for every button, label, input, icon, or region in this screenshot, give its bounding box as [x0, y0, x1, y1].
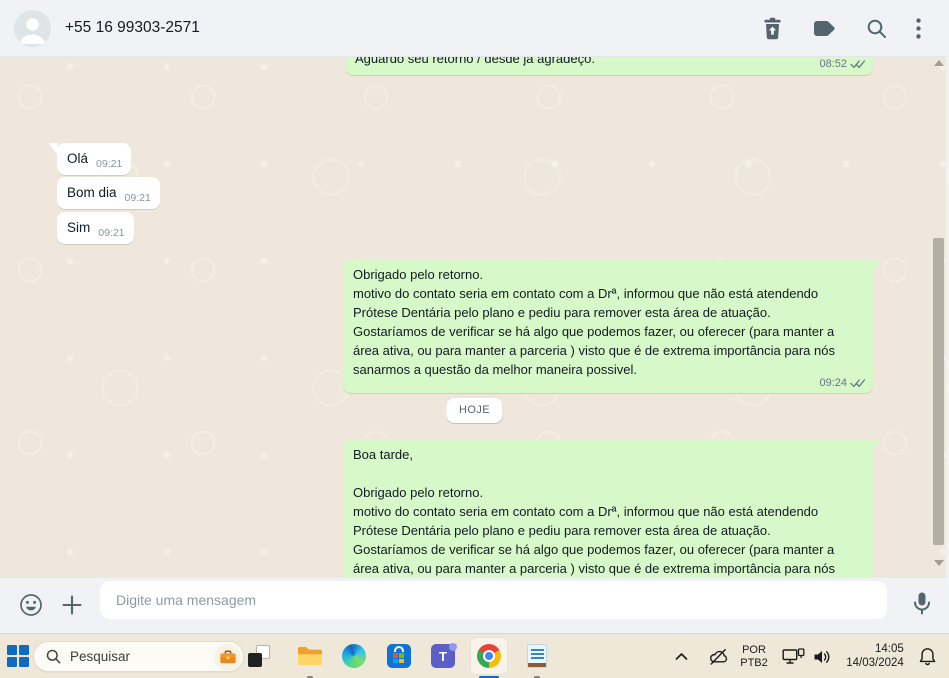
plus-icon	[62, 595, 82, 615]
message-incoming[interactable]: Bom dia 09:21	[57, 177, 160, 209]
double-check-icon	[850, 379, 865, 388]
search-icon	[46, 649, 61, 664]
cloud-offline-icon	[709, 648, 727, 665]
chat-header: +55 16 99303-2571	[0, 0, 949, 57]
message-incoming[interactable]: Sim 09:21	[57, 212, 134, 244]
search-highlight-badge[interactable]	[214, 643, 241, 671]
bubble-tail	[872, 439, 881, 452]
attach-button[interactable]	[60, 593, 84, 617]
chat-message-area: Aguardo seu retorno / desde já agradeço.…	[0, 57, 949, 578]
language-indicator[interactable]: POR PTB2	[735, 634, 773, 678]
chevron-up-icon	[675, 653, 687, 660]
contact-phone-title[interactable]: +55 16 99303-2571	[65, 19, 200, 37]
file-explorer-button[interactable]	[292, 638, 328, 678]
message-time: 08:52	[819, 58, 847, 70]
label-icon	[814, 21, 835, 36]
language-line2: PTB2	[740, 656, 768, 669]
message-text: Obrigado pelo retorno. motivo do contato…	[353, 267, 835, 377]
bell-icon	[919, 648, 935, 666]
voice-message-button[interactable]	[911, 590, 933, 618]
search-label: Pesquisar	[70, 649, 131, 664]
message-meta: 08:52	[819, 58, 865, 70]
contact-avatar[interactable]	[14, 10, 51, 47]
task-view-button[interactable]	[241, 638, 277, 674]
person-icon	[14, 10, 51, 47]
tray-date: 14/03/2024	[846, 656, 904, 669]
notepad-icon	[527, 644, 547, 668]
scrollbar-thumb[interactable]	[933, 238, 944, 545]
scroll-up-arrow[interactable]	[934, 60, 944, 66]
message-time: 09:21	[98, 227, 125, 239]
header-actions	[762, 0, 949, 57]
bubble-tail	[49, 143, 58, 156]
message-text: Aguardo seu retorno / desde já agradeço.	[355, 57, 595, 66]
teams-button[interactable]: T	[425, 638, 461, 674]
edge-button[interactable]	[336, 638, 372, 674]
kebab-menu-icon	[916, 18, 921, 39]
clock-tray[interactable]: 14:05 14/03/2024	[839, 634, 911, 678]
message-text: Sim	[67, 220, 91, 235]
emoji-button[interactable]	[18, 592, 44, 618]
message-outgoing[interactable]: Obrigado pelo retorno. motivo do contato…	[343, 259, 881, 393]
tray-time: 14:05	[875, 643, 904, 655]
tray-chevron-button[interactable]	[668, 634, 694, 678]
speaker-icon	[814, 650, 829, 663]
message-composer	[0, 578, 949, 633]
bubble-tail	[872, 259, 881, 272]
search-icon	[867, 19, 886, 38]
teams-letter: T	[439, 648, 447, 664]
chrome-icon	[477, 644, 501, 668]
search-chat-button[interactable]	[866, 18, 887, 39]
menu-button[interactable]	[916, 18, 921, 39]
language-line1: POR	[742, 644, 766, 656]
message-time: 09:24	[819, 377, 847, 389]
onedrive-tray-button[interactable]	[703, 634, 733, 678]
start-button[interactable]	[7, 645, 29, 667]
windows-logo-icon	[7, 645, 17, 655]
taskbar-search[interactable]: Pesquisar	[33, 641, 244, 672]
briefcase-icon	[219, 650, 236, 664]
folder-icon	[298, 647, 322, 665]
message-outgoing-clipped[interactable]: Aguardo seu retorno / desde já agradeço.…	[345, 57, 873, 75]
task-view-icon	[248, 645, 270, 667]
volume-tray-button[interactable]	[807, 634, 837, 678]
message-text: Olá	[67, 151, 89, 166]
message-text: Boa tarde, Obrigado pelo retorno. motivo…	[353, 447, 835, 576]
message-incoming[interactable]: Olá 09:21	[49, 143, 132, 175]
message-time: 09:21	[96, 158, 123, 170]
network-icon	[782, 648, 804, 664]
double-check-icon	[850, 60, 865, 69]
message-time: 09:21	[124, 192, 151, 204]
trash-restore-button[interactable]	[762, 17, 783, 40]
message-outgoing[interactable]: Boa tarde, Obrigado pelo retorno. motivo…	[343, 439, 881, 578]
windows-taskbar: Pesquisar T POR PTB2 14:05 14/03/2024	[0, 633, 949, 678]
microphone-icon	[914, 592, 930, 615]
trash-restore-icon	[764, 17, 781, 40]
whatsapp-window: +55 16 99303-2571 Aguardo seu retorno / …	[0, 0, 949, 678]
network-tray-button[interactable]	[777, 634, 809, 678]
smiley-icon	[20, 594, 42, 616]
message-input[interactable]	[100, 581, 887, 619]
message-text: Bom dia	[67, 185, 117, 200]
notifications-button[interactable]	[913, 634, 941, 678]
label-button[interactable]	[812, 19, 837, 38]
teams-icon: T	[431, 643, 457, 668]
microsoft-store-button[interactable]	[381, 638, 417, 674]
edge-icon	[342, 644, 366, 668]
store-icon	[387, 644, 411, 668]
date-divider-badge: HOJE	[446, 398, 503, 423]
message-meta: 09:24	[819, 377, 865, 389]
scroll-down-arrow[interactable]	[934, 560, 944, 566]
notepad-button[interactable]	[519, 638, 555, 678]
chrome-button[interactable]	[471, 638, 507, 678]
